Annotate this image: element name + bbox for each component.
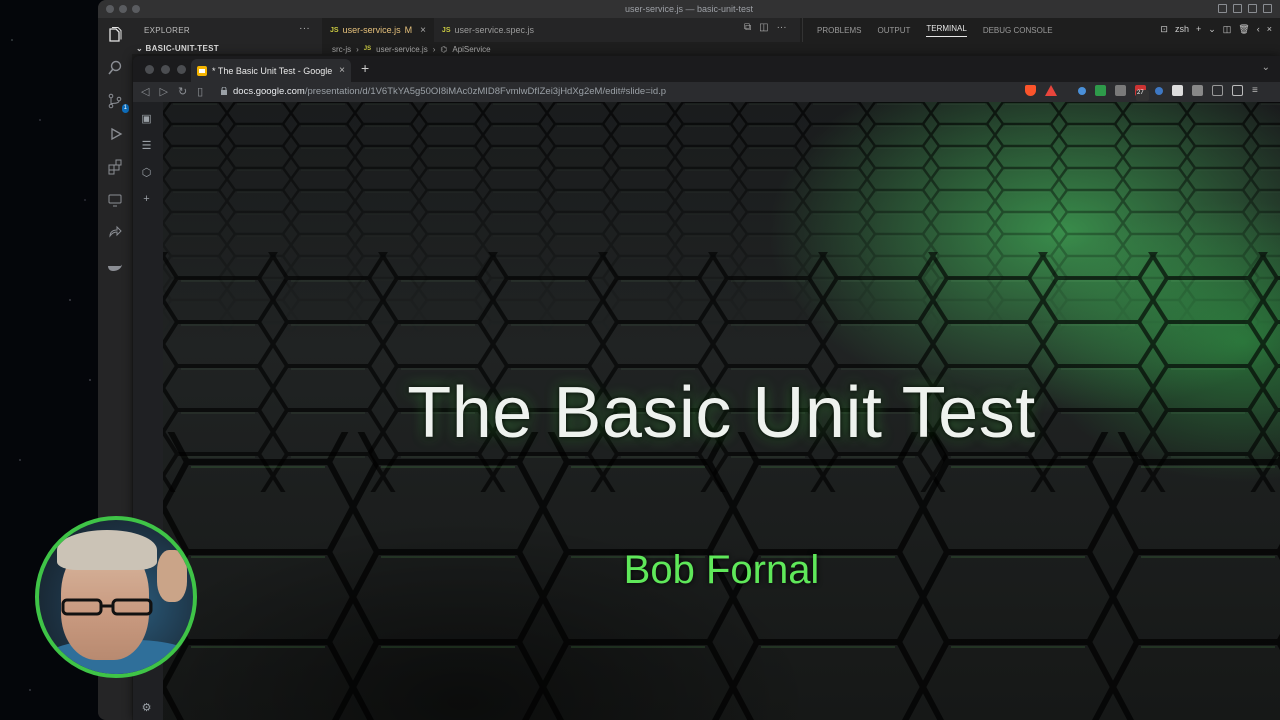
url-host: docs.google.com bbox=[233, 86, 305, 97]
more-actions-icon[interactable]: ··· bbox=[777, 22, 787, 33]
menu-icon[interactable]: ≡ bbox=[1252, 85, 1263, 96]
extension-icon[interactable] bbox=[1078, 86, 1086, 95]
extension-icon[interactable] bbox=[1172, 85, 1183, 96]
address-bar[interactable]: docs.google.com/presentation/d/1V6TkYA5g… bbox=[233, 86, 666, 97]
breadcrumb-item[interactable]: user-service.js bbox=[376, 45, 428, 54]
explorer-icon[interactable] bbox=[106, 26, 124, 44]
close-icon[interactable]: × bbox=[1267, 24, 1272, 35]
add-icon[interactable]: + bbox=[143, 193, 149, 205]
forward-icon[interactable]: ▷ bbox=[159, 85, 167, 98]
workspace-folder-label: BASIC-UNIT-TEST bbox=[145, 44, 219, 53]
breadcrumb-item[interactable]: ApiService bbox=[452, 45, 490, 54]
slide-title[interactable]: The Basic Unit Test bbox=[163, 372, 1280, 454]
tab-label: user-service.js bbox=[342, 25, 401, 35]
editor-tabs: JS user-service.js M × JS user-service.s… bbox=[322, 18, 800, 42]
nav-controls: ◁ ▷ ↻ ▯ bbox=[141, 85, 203, 98]
breadcrumb-item[interactable]: src-js bbox=[332, 45, 351, 54]
bookmark-icon[interactable]: ▯ bbox=[197, 85, 203, 98]
js-file-icon: JS bbox=[363, 46, 372, 52]
calendar-extension-icon[interactable]: 27 bbox=[1135, 85, 1149, 101]
browser-tabstrip: * The Basic Unit Test - Google S × + ⌄ bbox=[133, 56, 1280, 82]
extensions-area: 27 ≡ bbox=[1025, 85, 1263, 101]
source-control-icon[interactable]: 1 bbox=[106, 92, 129, 113]
extension-icon[interactable] bbox=[1095, 85, 1106, 96]
window-controls[interactable] bbox=[145, 65, 186, 74]
js-file-icon: JS bbox=[441, 26, 451, 34]
class-icon: ⌬ bbox=[440, 44, 448, 54]
editor-actions: ⧉ ◫ ··· bbox=[744, 22, 787, 33]
extensions-icon[interactable] bbox=[106, 158, 124, 176]
brave-rewards-icon[interactable] bbox=[1045, 85, 1057, 96]
window-title: user-service.js — basic-unit-test bbox=[624, 4, 754, 14]
extension-icon[interactable] bbox=[1155, 86, 1163, 95]
split-editor-icon[interactable]: ◫ bbox=[759, 22, 768, 33]
presentation-slide: The Basic Unit Test Bob Fornal bbox=[163, 102, 1280, 720]
compare-icon[interactable]: ⧉ bbox=[744, 22, 751, 33]
save-icon[interactable]: ▣ bbox=[141, 112, 151, 125]
lock-icon bbox=[221, 87, 227, 95]
close-icon[interactable]: × bbox=[420, 25, 426, 36]
new-terminal-icon[interactable]: + bbox=[1196, 24, 1201, 35]
browser-tab[interactable]: * The Basic Unit Test - Google S × bbox=[191, 59, 351, 82]
trash-icon[interactable]: 🗑 bbox=[1238, 24, 1249, 35]
explorer-sidebar: EXPLORER ··· ⌄ BASIC-UNIT-TEST bbox=[132, 18, 322, 54]
remote-explorer-icon[interactable] bbox=[106, 191, 124, 209]
breadcrumb: src-js › JS user-service.js › ⌬ ApiServi… bbox=[322, 42, 810, 56]
back-icon[interactable]: ◁ bbox=[141, 85, 149, 98]
chevron-right-icon: › bbox=[356, 44, 359, 54]
more-actions-icon[interactable]: ··· bbox=[299, 23, 310, 34]
puzzle-icon[interactable] bbox=[1192, 85, 1203, 96]
chevron-right-icon: › bbox=[432, 44, 436, 54]
js-file-icon: JS bbox=[330, 26, 339, 34]
explorer-title: EXPLORER bbox=[144, 26, 190, 35]
scm-badge: 1 bbox=[121, 104, 129, 113]
url-path: /presentation/d/1V6TkYA5g50OI8iMAc0zMID8… bbox=[304, 86, 667, 97]
google-slides-icon bbox=[197, 65, 207, 76]
vscode-titlebar: user-service.js — basic-unit-test bbox=[98, 0, 1280, 18]
slide-subtitle[interactable]: Bob Fornal bbox=[163, 548, 1280, 593]
tab-label: user-service.spec.js bbox=[454, 25, 535, 35]
presenter-hair bbox=[57, 530, 157, 570]
presenter-hand bbox=[157, 550, 187, 602]
outline-icon[interactable]: ☰ bbox=[142, 139, 152, 152]
workspace-folder[interactable]: ⌄ BASIC-UNIT-TEST bbox=[136, 44, 219, 53]
tab-user-service-spec[interactable]: JS user-service.spec.js bbox=[434, 18, 542, 42]
tab-debug-console[interactable]: DEBUG CONSOLE bbox=[983, 26, 1053, 35]
brave-shield-icon[interactable] bbox=[1025, 85, 1036, 96]
docker-icon[interactable] bbox=[106, 257, 124, 275]
new-tab-icon[interactable]: + bbox=[361, 60, 369, 76]
live-share-icon[interactable] bbox=[106, 224, 124, 242]
split-terminal-icon[interactable]: ◫ bbox=[1223, 24, 1232, 35]
browser-window: * The Basic Unit Test - Google S × + ⌄ ◁… bbox=[133, 56, 1280, 720]
browser-toolbar: ◁ ▷ ↻ ▯ docs.google.com/presentation/d/1… bbox=[133, 82, 1280, 102]
search-icon[interactable] bbox=[106, 59, 124, 77]
tab-output[interactable]: OUTPUT bbox=[877, 26, 910, 35]
extension-icon[interactable] bbox=[1115, 85, 1126, 96]
layout-controls[interactable] bbox=[1218, 4, 1272, 13]
presenter-glasses bbox=[61, 598, 153, 616]
sidebar-icon[interactable] bbox=[1212, 85, 1223, 96]
modified-badge: M bbox=[404, 25, 413, 35]
terminal-icon: ⊡ bbox=[1160, 24, 1168, 34]
terminal-controls: ⊡ zsh + ⌄ ◫ 🗑 ‹ × bbox=[1160, 24, 1272, 35]
theme-icon[interactable]: ⬡ bbox=[142, 166, 152, 179]
webcam-overlay bbox=[35, 516, 197, 678]
chevron-down-icon[interactable]: ⌄ bbox=[1208, 24, 1216, 35]
reload-icon[interactable]: ↻ bbox=[178, 85, 187, 98]
extension-badge: 27 bbox=[1136, 90, 1149, 101]
wallet-icon[interactable] bbox=[1232, 85, 1243, 96]
chevron-down-icon[interactable]: ⌄ bbox=[1262, 62, 1270, 73]
tab-problems[interactable]: PROBLEMS bbox=[817, 26, 861, 35]
terminal-shell[interactable]: zsh bbox=[1175, 24, 1189, 35]
close-icon[interactable]: × bbox=[339, 65, 345, 76]
tab-user-service[interactable]: JS user-service.js M × bbox=[322, 18, 434, 42]
gear-icon[interactable]: ⚙ bbox=[142, 701, 152, 714]
tab-terminal[interactable]: TERMINAL bbox=[926, 24, 967, 37]
tab-title: * The Basic Unit Test - Google S bbox=[212, 65, 335, 76]
run-debug-icon[interactable] bbox=[106, 125, 124, 143]
chevron-left-icon[interactable]: ‹ bbox=[1257, 24, 1260, 35]
window-controls[interactable] bbox=[106, 5, 140, 13]
